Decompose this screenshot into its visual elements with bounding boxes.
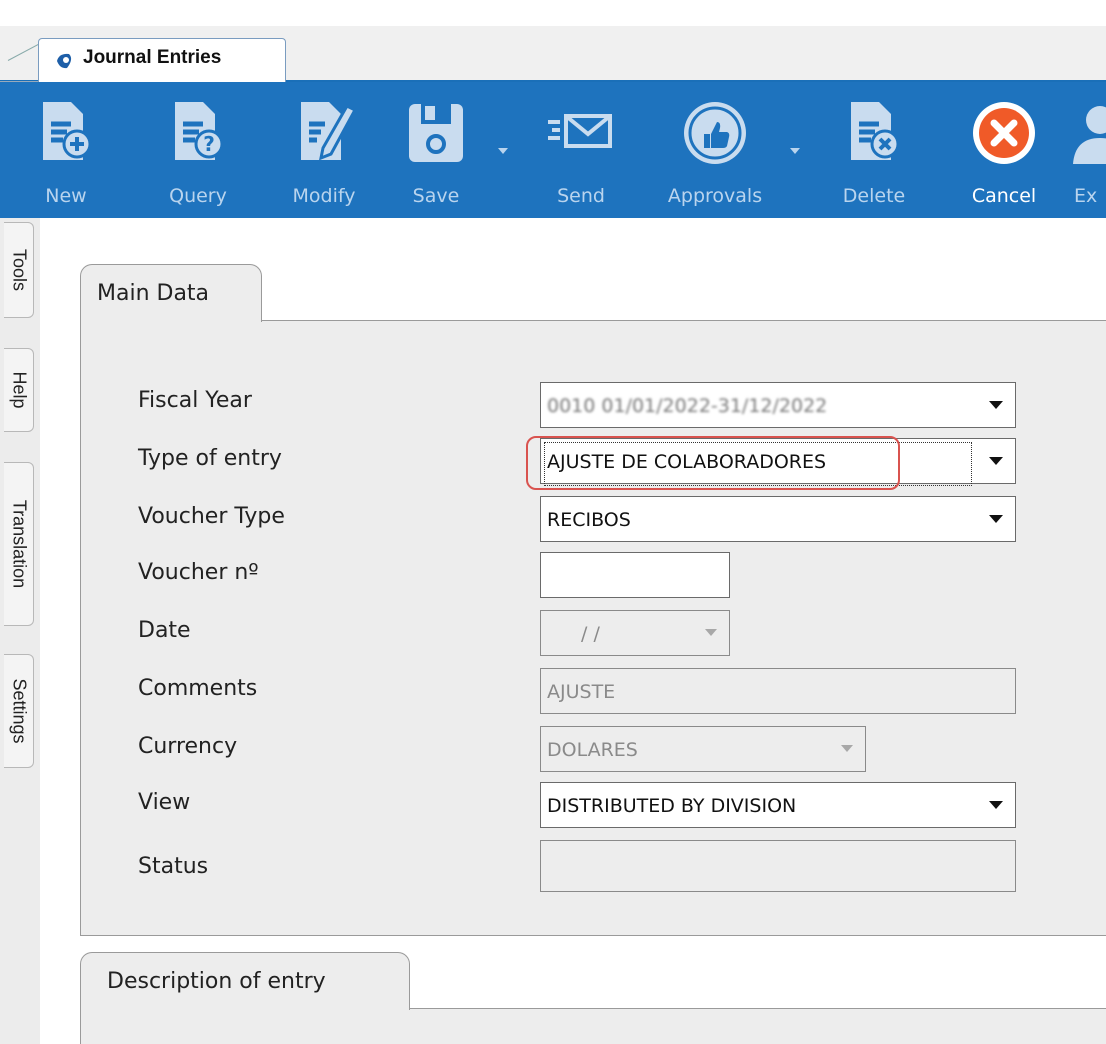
side-tab-help[interactable]: Help [4,348,34,432]
send-button[interactable]: Send [538,92,624,212]
query-label: Query [169,185,227,207]
tab-main-data[interactable]: Main Data [80,264,262,322]
date-picker[interactable]: / / [540,610,730,656]
currency-select[interactable]: DOLARES [540,726,866,772]
description-tab-label: Description of entry [107,969,326,994]
tab-title: Journal Entries [83,47,222,68]
annotation-highlight [526,436,900,490]
doc-plus-icon [43,102,92,160]
doc-delete-icon [851,102,900,160]
send-label: Send [557,185,605,207]
tab-description-of-entry[interactable]: Description of entry [80,952,410,1010]
exit-label: Ex [1074,185,1098,207]
side-tab-settings-label: Settings [9,678,29,744]
voucher-type-value: RECIBOS [547,509,631,531]
thumbs-up-icon [684,102,746,164]
chevron-down-icon[interactable] [841,745,853,752]
approvals-button[interactable]: Approvals [652,92,778,212]
view-select[interactable]: DISTRIBUTED BY DIVISION [540,782,1016,828]
new-button[interactable]: New [20,92,112,212]
side-tab-translation[interactable]: Translation [4,462,34,626]
modify-button[interactable]: Modify [272,92,376,212]
query-button[interactable]: ? Query [146,92,250,212]
fiscal-year-value: 0010 01/01/2022-31/12/2022 [547,395,828,417]
voucher-no-label: Voucher nº [138,560,259,585]
chevron-down-icon[interactable] [989,457,1003,465]
floppy-icon [409,104,463,162]
ribbon-toolbar: New ? Query Modify Save Send Approvals D… [0,82,1106,218]
cancel-x-icon [973,102,1035,164]
fiscal-year-select[interactable]: 0010 01/01/2022-31/12/2022 [540,382,1016,428]
tab-journal-entries[interactable]: Journal Entries [38,38,286,82]
currency-label: Currency [138,734,238,759]
comments-field[interactable]: AJUSTE [540,668,1016,714]
type-of-entry-label: Type of entry [138,446,282,471]
chevron-down-icon[interactable] [989,401,1003,409]
doc-question-icon: ? [175,102,224,160]
save-button[interactable]: Save [396,92,476,212]
main-data-tab-label: Main Data [97,281,210,306]
cancel-button[interactable]: Cancel [958,92,1050,212]
side-tab-tools-label: Tools [9,248,29,292]
description-panel [80,1008,1106,1044]
doc-pencil-icon [301,102,358,161]
currency-value: DOLARES [547,739,638,761]
window-tab-strip: Journal Entries [0,26,1106,82]
status-field[interactable] [540,840,1016,892]
voucher-no-input[interactable] [540,552,730,598]
modify-label: Modify [292,185,356,207]
date-value: / / [581,623,600,645]
chevron-down-icon[interactable] [989,801,1003,809]
voucher-type-label: Voucher Type [138,504,285,529]
side-tab-settings[interactable]: Settings [4,654,34,768]
delete-button[interactable]: Delete [828,92,920,212]
new-label: New [45,185,87,207]
approvals-label: Approvals [667,185,763,207]
side-tab-translation-label: Translation [9,499,29,589]
voucher-type-select[interactable]: RECIBOS [540,496,1016,542]
cancel-label: Cancel [971,185,1037,207]
save-dropdown-icon[interactable] [498,148,508,154]
comments-label: Comments [138,676,258,701]
main-data-tab-line [260,320,1106,321]
view-value: DISTRIBUTED BY DIVISION [547,795,797,817]
date-label: Date [138,618,191,643]
status-label: Status [138,854,209,879]
exit-button[interactable]: Ex [1070,92,1106,212]
side-tab-bar: Tools Help Translation Settings [0,218,40,1044]
side-tab-tools[interactable]: Tools [4,222,34,318]
comments-value: AJUSTE [547,681,616,703]
fiscal-year-label: Fiscal Year [138,388,252,413]
chevron-down-icon[interactable] [989,515,1003,523]
chevron-down-icon[interactable] [705,629,717,636]
svg-text:?: ? [203,132,215,156]
user-icon [1073,106,1106,164]
tab-strip-slant [0,60,40,82]
save-label: Save [412,185,460,207]
approvals-dropdown-icon[interactable] [790,148,800,154]
side-tab-help-label: Help [9,371,29,409]
description-tab-line [408,1008,1106,1009]
delete-label: Delete [842,185,906,207]
app-logo-icon [57,53,72,69]
envelope-icon [548,114,612,148]
view-label: View [138,790,191,815]
